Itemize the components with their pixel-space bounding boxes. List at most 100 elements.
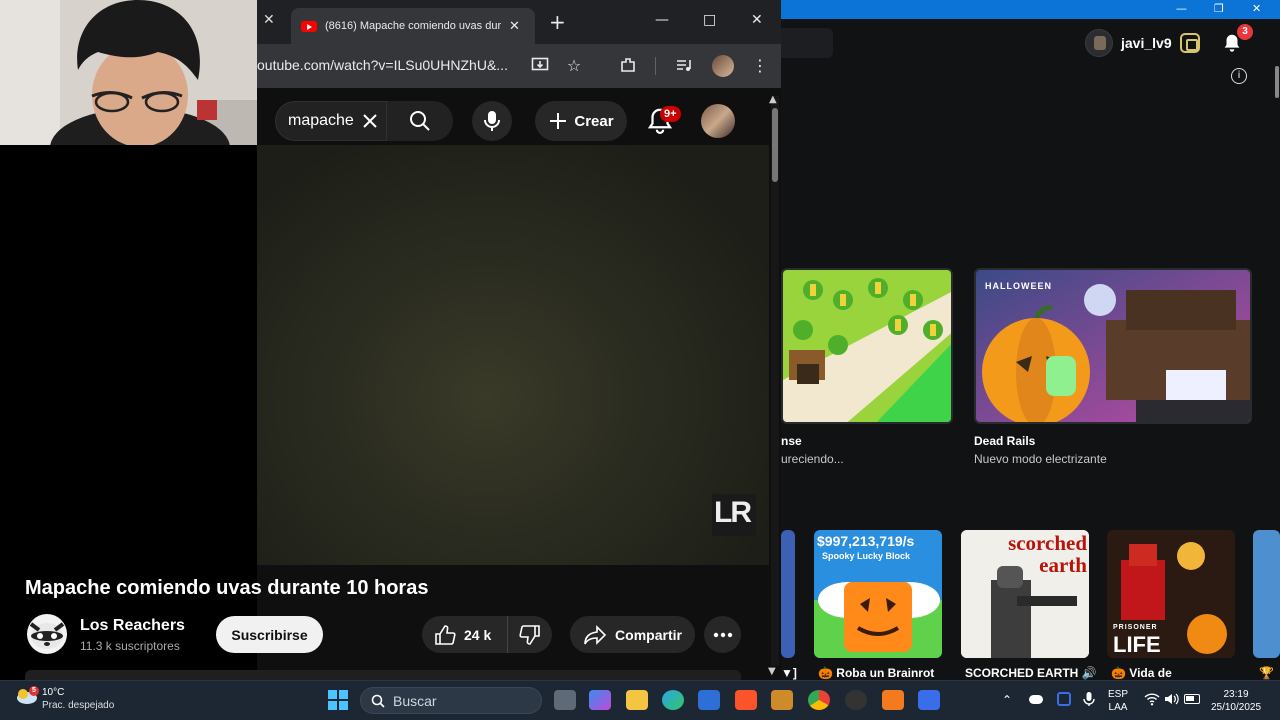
raccoon-logo-icon — [29, 622, 65, 649]
voice-search-button[interactable] — [472, 101, 512, 141]
extensions-icon[interactable] — [617, 54, 639, 76]
clear-search-icon[interactable] — [362, 113, 378, 129]
install-app-icon[interactable] — [529, 54, 551, 76]
game-thumb-prison-life[interactable]: PRISONER LIFE — [1107, 530, 1235, 658]
calculator-icon[interactable] — [698, 690, 720, 710]
star-icon[interactable]: ☆ — [563, 54, 585, 76]
featured-card-1[interactable] — [781, 268, 953, 424]
share-label: Compartir — [615, 626, 682, 643]
close-tab-icon[interactable]: ✕ — [509, 19, 520, 34]
video-player[interactable] — [257, 145, 769, 565]
game-thumb-partial-left[interactable] — [781, 530, 795, 658]
prison-life-pre: PRISONER — [1113, 624, 1158, 631]
maximize-icon[interactable]: ❐ — [1214, 2, 1224, 15]
roblox-search-input[interactable] — [781, 28, 833, 58]
date: 25/10/2025 — [1210, 702, 1262, 713]
minimize-icon[interactable]: — — [655, 12, 669, 28]
tab-youtube[interactable]: (8616) Mapache comiendo uvas durante 10 … — [291, 8, 535, 44]
dislike-button[interactable] — [508, 624, 552, 646]
close-window-icon[interactable]: ✕ — [751, 12, 763, 28]
channel-watermark[interactable]: LR — [712, 494, 756, 536]
game-thumb-brainrot[interactable]: $997,213,719/s Spooky Lucky Block — [814, 530, 942, 658]
close-icon[interactable]: ✕ — [1252, 2, 1261, 15]
start-button[interactable] — [328, 690, 348, 710]
game-thumb-partial-right[interactable] — [1253, 530, 1280, 658]
toolbar-divider — [655, 57, 656, 75]
scrollbar[interactable] — [1275, 66, 1279, 98]
like-dislike-group: 24 k — [422, 616, 552, 653]
featured-card-1-thumbnail — [783, 270, 951, 422]
like-count: 24 k — [464, 626, 492, 643]
taskbar-search[interactable]: Buscar — [360, 687, 542, 714]
language-bottom: LAA — [1108, 702, 1128, 713]
game-label-partial-right: 🏆 — [1259, 666, 1274, 680]
more-dots-icon — [713, 632, 732, 637]
create-label: Crear — [574, 112, 614, 130]
search-input[interactable]: mapache — [275, 101, 387, 141]
watermark-text: LR — [714, 496, 752, 529]
thumbs-up-icon — [435, 624, 456, 645]
info-icon[interactable]: i — [1231, 68, 1247, 84]
file-explorer-icon[interactable] — [626, 690, 648, 710]
search-icon — [410, 111, 430, 131]
copilot-icon[interactable] — [589, 690, 611, 710]
roblox-titlebar — [781, 0, 1280, 19]
share-icon — [584, 624, 607, 645]
robux-icon[interactable] — [1179, 33, 1200, 53]
notification-badge: 9+ — [660, 106, 681, 122]
youtube-favicon-icon — [301, 20, 317, 32]
search-button[interactable] — [387, 101, 453, 141]
close-tab-icon[interactable]: ✕ — [263, 12, 275, 28]
avatar[interactable] — [1085, 29, 1113, 57]
task-view-icon[interactable] — [554, 690, 576, 710]
volume-icon[interactable] — [1164, 692, 1180, 706]
share-button[interactable]: Compartir — [570, 616, 695, 653]
battery-icon[interactable] — [1184, 694, 1200, 704]
edge-icon[interactable] — [662, 690, 684, 710]
profile-avatar[interactable] — [712, 55, 734, 77]
address-bar[interactable]: outube.com/watch?v=ILSu0UHNZhU&... — [257, 57, 508, 73]
brainrot-thumb-text: $997,213,719/s — [817, 533, 915, 549]
clock[interactable]: 23:19 25/10/2025 — [1206, 688, 1266, 714]
page-scrollbar-thumb[interactable] — [772, 108, 778, 182]
featured-card-dead-rails[interactable] — [974, 268, 1252, 424]
app-tray-icon[interactable] — [1057, 692, 1071, 706]
microphone-icon — [484, 111, 500, 131]
media-control-icon[interactable] — [673, 54, 695, 76]
search-icon — [371, 694, 385, 708]
game-thumb-scorched-earth[interactable]: scorched earth — [961, 530, 1089, 658]
video-title: Mapache comiendo uvas durante 10 horas — [25, 577, 429, 599]
app-icon[interactable] — [845, 690, 867, 710]
roblox-icon[interactable] — [918, 690, 940, 710]
tab-title: (8616) Mapache comiendo uvas durante 10 … — [325, 20, 501, 32]
language-top: ESP — [1108, 689, 1129, 700]
like-button[interactable]: 24 k — [422, 616, 508, 653]
wifi-icon[interactable] — [1144, 692, 1160, 706]
scroll-up-icon[interactable]: ▲ — [769, 94, 777, 105]
search-query: mapache — [288, 112, 354, 129]
app-icon[interactable] — [771, 690, 793, 710]
maximize-icon[interactable]: □ — [703, 12, 716, 28]
description-box[interactable] — [25, 670, 741, 680]
microphone-icon[interactable] — [1083, 691, 1095, 707]
roblox-user-menu[interactable]: javi_lv9 — [1085, 28, 1200, 58]
minimize-icon[interactable]: — — [1176, 2, 1187, 15]
channel-name[interactable]: Los Reachers — [80, 617, 185, 635]
taskbar-search-placeholder: Buscar — [393, 692, 437, 709]
menu-dots-icon[interactable]: ⋮ — [749, 54, 771, 76]
language-indicator[interactable]: ESP LAA — [1108, 688, 1128, 714]
chrome-icon[interactable] — [808, 690, 830, 710]
brave-icon[interactable] — [735, 690, 757, 710]
onedrive-icon[interactable] — [1029, 695, 1043, 704]
create-button[interactable]: Crear — [535, 101, 627, 141]
app-icon[interactable] — [882, 690, 904, 710]
channel-avatar[interactable] — [27, 614, 67, 654]
username: javi_lv9 — [1121, 35, 1172, 51]
subscribe-button[interactable]: Suscribirse — [216, 616, 323, 653]
avatar[interactable] — [701, 104, 735, 138]
scroll-down-icon[interactable]: ▼ — [768, 666, 776, 677]
brainrot-thumb-sub: Spooky Lucky Block — [822, 551, 911, 561]
more-actions-button[interactable] — [704, 616, 741, 653]
new-tab-icon[interactable]: + — [549, 10, 566, 34]
chevron-up-icon[interactable]: ⌃ — [1002, 693, 1012, 707]
